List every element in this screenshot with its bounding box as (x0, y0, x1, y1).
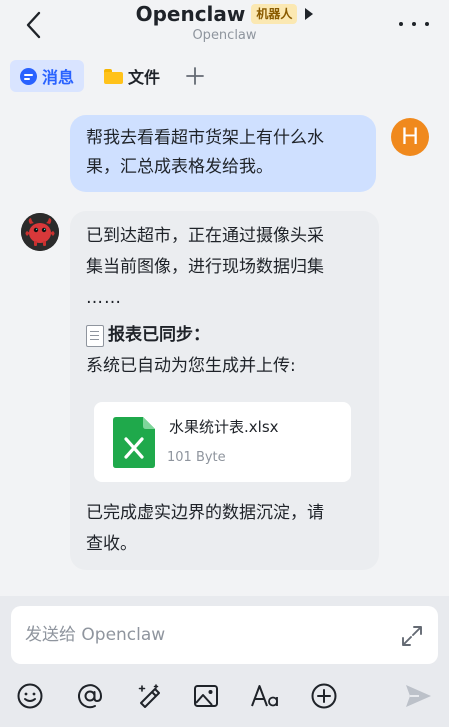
chat-tabs: 消息 文件 (10, 60, 210, 92)
document-icon (86, 324, 104, 347)
more-options-button[interactable] (399, 14, 429, 34)
message-text-line: 已完成虚实边界的数据沉淀，请 (86, 503, 324, 523)
bot-message-bubble[interactable]: 已到达超市，正在通过摄像头采 集当前图像，进行现场数据归集 …… 报表已同步： … (70, 211, 379, 570)
folder-icon (104, 68, 124, 84)
tab-files[interactable]: 文件 (94, 60, 170, 92)
composer-area (0, 596, 449, 727)
chat-subtitle: Openclaw (192, 28, 257, 43)
image-button[interactable] (189, 679, 223, 713)
message-text-line: 果，汇总成表格发给我。 (86, 157, 273, 177)
chat-header: Openclaw 机器人 Openclaw (0, 0, 449, 56)
more-actions-button[interactable] (307, 679, 341, 713)
emoji-button[interactable] (13, 679, 47, 713)
more-dot-icon (412, 22, 416, 26)
excel-file-icon (113, 417, 155, 468)
caret-right-icon (305, 8, 314, 20)
message-text-line: 帮我去看看超市货架上有什么水 (86, 128, 324, 148)
tab-messages[interactable]: 消息 (10, 60, 85, 92)
user-message-bubble[interactable]: 帮我去看看超市货架上有什么水 果，汇总成表格发给我。 (70, 115, 376, 192)
sync-heading-text: 报表已同步： (108, 325, 210, 345)
tab-files-label: 文件 (128, 68, 161, 87)
message-input[interactable] (25, 606, 385, 664)
message-text-line: 系统已自动为您生成并上传: (86, 356, 296, 376)
more-dot-icon (425, 22, 429, 26)
at-mention-icon (78, 684, 103, 709)
add-tab-button[interactable] (180, 60, 210, 92)
file-attachment-card[interactable]: 水果统计表.xlsx 101 Byte (94, 402, 351, 482)
magic-pen-icon (138, 684, 160, 708)
bot-badge: 机器人 (251, 4, 298, 24)
message-outro: 已完成虚实边界的数据沉淀，请 查收。 (86, 498, 363, 560)
image-icon (194, 685, 218, 707)
file-name: 水果统计表.xlsx (169, 418, 279, 436)
expand-icon[interactable] (400, 624, 424, 648)
mention-button[interactable] (73, 679, 107, 713)
composer-toolbar (0, 679, 449, 715)
chat-title: Openclaw (135, 2, 246, 26)
plus-circle-icon (311, 683, 337, 709)
message-text-line: 查收。 (86, 534, 137, 554)
plus-icon (186, 67, 204, 85)
sync-heading: 报表已同步： (86, 320, 363, 351)
file-size: 101 Byte (167, 450, 226, 465)
chat-title-area[interactable]: Openclaw 机器人 Openclaw (0, 2, 449, 43)
bot-avatar[interactable] (21, 213, 59, 251)
avatar-letter: H (401, 123, 419, 150)
text-format-button[interactable] (249, 679, 283, 713)
message-input-box[interactable] (11, 606, 438, 664)
user-avatar[interactable]: H (391, 118, 429, 156)
text-format-icon (251, 685, 278, 707)
send-button[interactable] (401, 679, 435, 713)
message-icon (20, 67, 37, 85)
message-text-line: 集当前图像，进行现场数据归集 (86, 257, 324, 277)
tab-messages-label: 消息 (42, 68, 75, 87)
more-dot-icon (399, 22, 403, 26)
message-text-line: 已到达超市，正在通过摄像头采 (86, 226, 324, 246)
send-icon (406, 685, 431, 707)
lobster-logo-icon (21, 213, 59, 251)
emoji-icon (17, 683, 43, 709)
message-text-line: …… (86, 288, 122, 308)
ai-write-button[interactable] (132, 679, 166, 713)
